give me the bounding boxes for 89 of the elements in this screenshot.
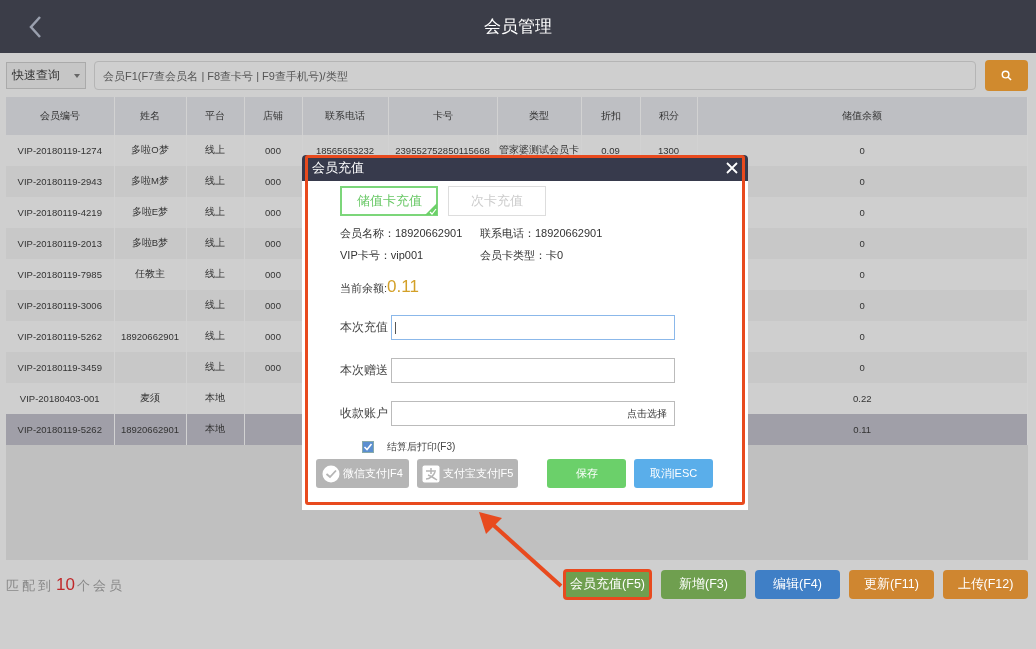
member-info: VIP卡号：vip001 bbox=[340, 248, 425, 263]
table-cell: 0 bbox=[859, 238, 865, 249]
checkbox-label: 结算后打印(F3) bbox=[387, 440, 456, 454]
column-header[interactable]: 店铺 bbox=[244, 97, 302, 135]
input-field[interactable]: 点击选择 bbox=[391, 401, 675, 426]
table-cell: 多啦B梦 bbox=[131, 237, 169, 248]
member-info: 会员卡类型：卡0 bbox=[480, 248, 565, 263]
column-header[interactable]: 卡号 bbox=[388, 97, 497, 135]
table-cell: 0 bbox=[859, 300, 865, 311]
field-label: 本次赠送 bbox=[340, 362, 389, 379]
table-cell: 麦须 bbox=[140, 392, 160, 403]
table-cell: 多啦O梦 bbox=[131, 144, 169, 155]
table-cell: 线上 bbox=[205, 206, 225, 217]
table-cell: 管家婆测试会员卡 bbox=[499, 144, 579, 155]
column-header[interactable]: 联系电话 bbox=[302, 97, 388, 135]
table-cell: 本地 bbox=[205, 392, 225, 403]
table-cell: 1300 bbox=[657, 145, 680, 156]
table-cell: 000 bbox=[265, 238, 281, 249]
table-cell: 000 bbox=[265, 176, 281, 187]
column-header[interactable]: 折扣 bbox=[581, 97, 640, 135]
table-cell: 0.11 bbox=[853, 424, 872, 435]
column-header[interactable]: 积分 bbox=[640, 97, 697, 135]
table-cell: 0.22 bbox=[853, 393, 872, 404]
column-header[interactable]: 平台 bbox=[186, 97, 244, 135]
balance-label: 当前余额: bbox=[340, 282, 388, 296]
table-cell: 线上 bbox=[205, 299, 225, 310]
match-label: 匹配到 bbox=[6, 577, 54, 595]
table-cell: 0 bbox=[859, 207, 865, 218]
table-cell: 000 bbox=[265, 331, 281, 342]
table-cell: 0 bbox=[859, 362, 865, 373]
table-cell: 多啦M梦 bbox=[131, 175, 169, 186]
table-cell: 0 bbox=[859, 269, 865, 280]
table-cell: VIP-20180119-4219 bbox=[17, 207, 102, 218]
check-corner-icon bbox=[425, 203, 437, 215]
caret-icon bbox=[74, 73, 80, 78]
match-label: 个会员 bbox=[76, 577, 125, 595]
page-title: 会员管理 bbox=[484, 16, 552, 38]
table-cell: 000 bbox=[265, 362, 281, 373]
table-cell: 线上 bbox=[205, 268, 225, 279]
table-cell: 线上 bbox=[205, 175, 225, 186]
table-cell: VIP-20180119-3459 bbox=[17, 362, 102, 373]
table-cell: 0 bbox=[859, 176, 865, 187]
table-cell: 239552752850115668 bbox=[395, 145, 490, 156]
table-cell: 线上 bbox=[205, 144, 225, 155]
column-header[interactable]: 会员编号 bbox=[6, 97, 114, 135]
table-cell: 本地 bbox=[205, 423, 225, 434]
table-cell: 线上 bbox=[205, 237, 225, 248]
back-icon[interactable] bbox=[28, 15, 42, 39]
table-cell: 多啦E梦 bbox=[131, 206, 169, 217]
member-info: 联系电话：18920662901 bbox=[480, 226, 603, 241]
table-cell: VIP-20180403-001 bbox=[19, 393, 100, 404]
search-field[interactable]: 会员F1(F7查会员名 | F8查卡号 | F9查手机号)/类型 bbox=[94, 61, 976, 90]
match-count: 10 bbox=[56, 575, 75, 595]
table-cell: VIP-20180119-5262 bbox=[17, 424, 102, 435]
table-cell: 0 bbox=[859, 331, 865, 342]
table-cell: 18920662901 bbox=[120, 424, 180, 435]
close-icon[interactable] bbox=[726, 162, 738, 174]
column-header[interactable]: 姓名 bbox=[114, 97, 186, 135]
column-header[interactable]: 类型 bbox=[497, 97, 581, 135]
field-label: 收款账户 bbox=[340, 405, 389, 422]
search-mode-dropdown[interactable]: 快速查询 bbox=[6, 62, 86, 89]
table-cell: 线上 bbox=[205, 361, 225, 372]
table-cell: 线上 bbox=[205, 330, 225, 341]
input-field[interactable] bbox=[391, 315, 675, 340]
member-info: 会员名称：18920662901 bbox=[340, 226, 464, 241]
table-cell: VIP-20180119-1274 bbox=[17, 145, 102, 156]
table-cell: 000 bbox=[265, 207, 281, 218]
table-cell: VIP-20180119-2943 bbox=[17, 176, 102, 187]
table-cell: 000 bbox=[265, 300, 281, 311]
table-cell: 000 bbox=[265, 145, 281, 156]
column-header[interactable]: 储值余额 bbox=[697, 97, 1028, 135]
table-cell: 000 bbox=[265, 269, 281, 280]
balance-value: 0.11 bbox=[387, 277, 419, 297]
table-cell: VIP-20180119-2013 bbox=[17, 238, 102, 249]
search-icon bbox=[1001, 70, 1012, 81]
action-button[interactable]: 编辑(F4) bbox=[755, 570, 840, 599]
search-button[interactable] bbox=[985, 60, 1028, 91]
table-cell: VIP-20180119-3006 bbox=[17, 300, 102, 311]
table-cell: 0.09 bbox=[601, 145, 620, 156]
table-cell: 18565653232 bbox=[315, 145, 375, 156]
checkbox[interactable] bbox=[362, 441, 374, 453]
table-cell: VIP-20180119-5262 bbox=[17, 331, 102, 342]
select-link[interactable]: 点击选择 bbox=[627, 406, 667, 421]
input-field[interactable] bbox=[391, 358, 675, 383]
table-cell: VIP-20180119-7985 bbox=[17, 269, 102, 280]
field-label: 本次充值 bbox=[340, 319, 389, 336]
table-cell: 0 bbox=[859, 145, 865, 156]
table-cell: 18920662901 bbox=[120, 331, 180, 342]
table-cell: 任教主 bbox=[135, 268, 165, 279]
